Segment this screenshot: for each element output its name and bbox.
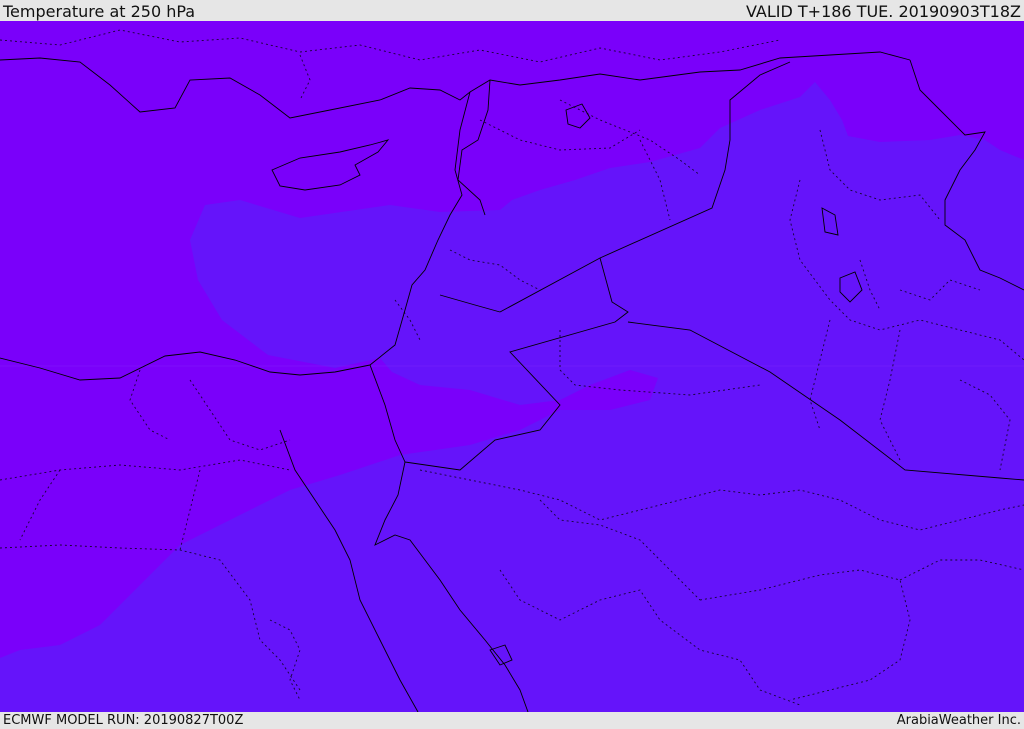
valid-time-label: VALID T+186 TUE. 20190903T18Z	[745, 2, 1021, 21]
credit-label: ArabiaWeather Inc.	[896, 713, 1021, 728]
footer-bar: ECMWF MODEL RUN: 20190827T00Z ArabiaWeat…	[0, 712, 1024, 729]
map-panel	[0, 21, 1024, 712]
header-bar: Temperature at 250 hPa VALID T+186 TUE. …	[0, 0, 1024, 21]
model-run-label: ECMWF MODEL RUN: 20190827T00Z	[3, 713, 244, 728]
temperature-map	[0, 21, 1024, 712]
map-title: Temperature at 250 hPa	[3, 2, 196, 21]
